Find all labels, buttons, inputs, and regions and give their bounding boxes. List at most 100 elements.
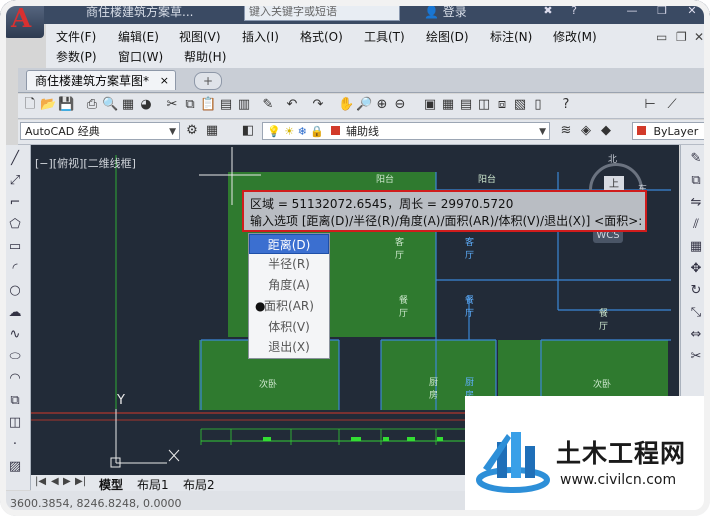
paste-icon[interactable]: 📋 <box>200 97 216 113</box>
properties-icon[interactable]: ▣ <box>422 97 438 113</box>
rotate-icon[interactable]: ↻ <box>688 283 704 299</box>
circle-icon[interactable]: ○ <box>7 283 23 299</box>
mirror-icon[interactable]: ⇋ <box>688 195 704 211</box>
tab-drawing[interactable]: 商住楼建筑方案草图* × <box>26 70 176 90</box>
calculator-icon[interactable]: ▯ <box>530 97 546 113</box>
redo-icon[interactable]: ↷ <box>310 97 326 113</box>
mdi-minimize-button[interactable]: ▭ <box>656 30 667 44</box>
close-button[interactable]: ✕ <box>684 4 700 18</box>
polyline-icon[interactable]: ⌐ <box>7 195 23 211</box>
hatch-icon[interactable]: ▨ <box>7 459 23 475</box>
ellipse-icon[interactable]: ⬭ <box>7 349 23 365</box>
mdi-close-button[interactable]: ✕ <box>694 30 704 44</box>
copy-icon[interactable]: ⧉ <box>182 97 198 113</box>
option-exit[interactable]: 退出(X) <box>249 337 329 357</box>
menu-dimension[interactable]: 标注(N) <box>490 28 532 45</box>
trim-icon[interactable]: ✂ <box>688 349 704 365</box>
publish-icon[interactable]: ◕ <box>138 97 154 113</box>
offset-icon[interactable]: ⫽ <box>688 217 704 233</box>
zoom-realtime-icon[interactable]: 🔎 <box>356 97 372 113</box>
sheet-set-icon[interactable]: ◫ <box>476 97 492 113</box>
print-icon[interactable]: ⎙ <box>84 97 100 113</box>
line-icon[interactable]: ╱ <box>7 151 23 167</box>
move-icon[interactable]: ✥ <box>688 261 704 277</box>
rectangle-icon[interactable]: ▭ <box>7 239 23 255</box>
plot-icon[interactable]: ▦ <box>120 97 136 113</box>
new-tab-button[interactable]: + <box>194 72 222 90</box>
construction-line-icon[interactable]: ⤢ <box>7 173 23 189</box>
design-center-icon[interactable]: ▦ <box>440 97 456 113</box>
customize-icon[interactable]: ▦ <box>204 123 220 139</box>
spline-icon[interactable]: ∿ <box>7 327 23 343</box>
menu-insert[interactable]: 插入(I) <box>242 28 279 45</box>
first-tab-icon[interactable]: |◀ <box>35 476 46 487</box>
print-preview-icon[interactable]: 🔍 <box>102 97 118 113</box>
workspace-settings-icon[interactable]: ⚙ <box>184 123 200 139</box>
menu-parametric[interactable]: 参数(P) <box>56 48 97 65</box>
last-tab-icon[interactable]: ▶| <box>75 476 86 487</box>
copy-object-icon[interactable]: ⧉ <box>688 173 704 189</box>
prev-tab-icon[interactable]: ◀ <box>51 476 59 487</box>
minimize-button[interactable]: — <box>624 4 640 18</box>
match-properties-icon[interactable]: ▤ <box>218 97 234 113</box>
aligned-dimension-icon[interactable]: ⟋ <box>664 97 680 113</box>
menu-file[interactable]: 文件(F) <box>56 28 96 45</box>
menu-edit[interactable]: 编辑(E) <box>118 28 159 45</box>
menu-draw[interactable]: 绘图(D) <box>426 28 469 45</box>
array-icon[interactable]: ▦ <box>688 239 704 255</box>
mdi-restore-button[interactable]: ❐ <box>676 30 687 44</box>
arc-icon[interactable]: ◜ <box>7 261 23 277</box>
ellipse-arc-icon[interactable]: ◠ <box>7 371 23 387</box>
quickcalc-icon[interactable]: ▧ <box>512 97 528 113</box>
color-select[interactable]: ByLayer <box>632 122 708 140</box>
stretch-icon[interactable]: ⇔ <box>688 327 704 343</box>
brush-icon[interactable]: ✎ <box>260 97 276 113</box>
menu-view[interactable]: 视图(V) <box>179 28 221 45</box>
help-icon[interactable]: ? <box>566 4 582 18</box>
tab-close-button[interactable]: × <box>160 71 169 91</box>
tool-palettes-icon[interactable]: ▤ <box>458 97 474 113</box>
polygon-icon[interactable]: ⬠ <box>7 217 23 233</box>
menu-help[interactable]: 帮助(H) <box>184 48 226 65</box>
revision-cloud-icon[interactable]: ☁ <box>7 305 23 321</box>
undo-icon[interactable]: ↶ <box>284 97 300 113</box>
viewport-controls-label[interactable]: [−][俯视][二维线框] <box>35 155 136 171</box>
application-menu-button[interactable]: A <box>4 2 44 38</box>
menu-tools[interactable]: 工具(T) <box>364 28 405 45</box>
help-icon[interactable]: ? <box>558 97 574 113</box>
linear-dimension-icon[interactable]: ⊢ <box>642 97 658 113</box>
option-radius[interactable]: 半径(R) <box>249 254 329 274</box>
maximize-button[interactable]: ❐ <box>654 4 670 18</box>
block-editor-icon[interactable]: ▥ <box>236 97 252 113</box>
next-tab-icon[interactable]: ▶ <box>63 476 71 487</box>
insert-block-icon[interactable]: ⧉ <box>7 393 23 409</box>
erase-icon[interactable]: ✎ <box>688 151 704 167</box>
sign-in-link[interactable]: 👤 登录 <box>424 3 467 20</box>
layer-previous-icon[interactable]: ◈ <box>578 123 594 139</box>
option-volume[interactable]: 体积(V) <box>249 317 329 337</box>
make-current-layer-icon[interactable]: ≋ <box>558 123 574 139</box>
zoom-previous-icon[interactable]: ⊖ <box>392 97 408 113</box>
markup-icon[interactable]: ⧈ <box>494 97 510 113</box>
zoom-window-icon[interactable]: ⊕ <box>374 97 390 113</box>
open-file-icon[interactable]: 📂 <box>40 97 56 113</box>
menu-window[interactable]: 窗口(W) <box>118 48 163 65</box>
layer-properties-icon[interactable]: ◧ <box>240 123 256 139</box>
make-block-icon[interactable]: ◫ <box>7 415 23 431</box>
pan-icon[interactable]: ✋ <box>338 97 354 113</box>
scale-icon[interactable]: ⤡ <box>688 305 704 321</box>
cut-icon[interactable]: ✂ <box>164 97 180 113</box>
new-file-icon[interactable]: 🗋 <box>22 97 38 113</box>
point-icon[interactable]: · <box>7 437 23 453</box>
menu-format[interactable]: 格式(O) <box>300 28 343 45</box>
layer-state-icon[interactable]: ◆ <box>598 123 614 139</box>
save-icon[interactable]: 💾 <box>58 97 74 113</box>
layer-select[interactable]: 💡 ☀ ❄ 🔒 辅助线 ▼ <box>262 122 550 140</box>
option-distance[interactable]: 距离(D) <box>249 234 329 254</box>
menu-modify[interactable]: 修改(M) <box>553 28 597 45</box>
option-angle[interactable]: 角度(A) <box>249 275 329 295</box>
exchange-icon[interactable]: ✖ <box>540 4 556 18</box>
workspace-select[interactable]: AutoCAD 经典 ▼ <box>20 122 180 140</box>
help-search-input[interactable]: 键入关键字或短语 <box>244 3 400 21</box>
option-area[interactable]: ● 面积(AR) <box>249 296 329 316</box>
